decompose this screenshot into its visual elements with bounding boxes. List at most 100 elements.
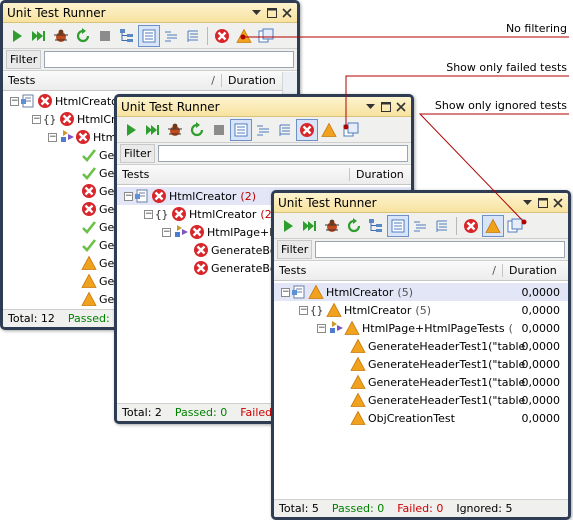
failed-count: (2) [240,189,256,203]
tests-header[interactable]: Tests [117,168,349,181]
failed-count: Failed: 0 [397,502,444,515]
run-button[interactable] [277,215,299,237]
tree-row[interactable]: ObjCreationTest 0,0000 [274,409,568,427]
tree-view-button[interactable] [116,25,138,47]
refresh-button[interactable] [343,215,365,237]
tree-view-button[interactable] [365,215,387,237]
view-mode-1-button[interactable] [138,24,160,47]
passed-count: Passed: 0 [174,406,228,419]
run-all-button[interactable] [28,25,50,47]
ignored-status-icon [350,410,366,426]
close-icon[interactable] [551,196,564,209]
callout-failed-only: Show only failed tests [446,61,567,74]
tree-label: HtmlCreator [55,94,123,108]
view-mode-3-button[interactable] [274,119,296,141]
tree-row[interactable]: GenerateHeaderTest1("table 0,0000 [274,355,568,373]
collapse-toggle[interactable]: − [299,305,308,315]
debug-button[interactable] [164,119,186,141]
refresh-icon [76,27,90,42]
maximize-icon[interactable] [379,100,392,113]
ignored-filter-icon [485,218,501,233]
close-icon[interactable] [280,6,293,19]
view-mode-2-button[interactable] [160,25,182,47]
stop-button[interactable] [208,119,230,141]
collapse-toggle[interactable]: − [144,209,153,219]
ignored-status-icon [81,291,97,307]
window-3-title: Unit Test Runner [278,195,377,210]
collapse-toggle[interactable]: − [317,323,326,333]
window-3-titlebar[interactable]: Unit Test Runner [274,193,568,213]
run-all-icon [32,30,45,41]
tree-label: HtmlCreator [169,189,237,203]
export-button[interactable] [255,25,277,47]
debug-button[interactable] [50,25,72,47]
tree-icon [368,218,383,232]
stop-button[interactable] [94,25,116,47]
tests-header[interactable]: Tests / [3,74,221,87]
run-button[interactable] [6,25,28,47]
refresh-button[interactable] [186,119,208,141]
run-all-button[interactable] [299,215,321,237]
view-mode-1-button[interactable] [230,118,252,141]
collapse-toggle[interactable]: − [124,191,133,201]
ignored-status-icon [350,356,366,372]
close-icon[interactable] [394,100,407,113]
tree-row[interactable]: GenerateHeaderTest1("table 0,0000 [274,391,568,409]
export-icon [343,122,359,136]
list-outline-icon [187,30,199,42]
list-outline-icon [436,220,448,232]
filter-input[interactable] [315,241,565,258]
show-ignored-button[interactable] [318,119,340,141]
export-button[interactable] [340,119,362,141]
maximize-icon[interactable] [265,6,278,19]
collapse-toggle[interactable]: − [32,114,41,124]
show-ignored-button[interactable] [482,214,504,237]
collapse-toggle[interactable]: − [162,227,171,237]
collapse-toggle[interactable]: − [10,96,19,106]
window-1-titlebar[interactable]: Unit Test Runner [3,3,297,23]
ignored-status-icon [350,338,366,354]
window-2-titlebar[interactable]: Unit Test Runner [117,97,411,117]
view-mode-1-button[interactable] [387,214,409,237]
tree-row[interactable]: − HtmlCreator (5) 0,0000 [274,283,568,301]
filter-label: Filter [277,240,313,259]
ignored-status-icon [81,273,97,289]
tree-row[interactable]: GenerateHeaderTest1("table 0,0000 [274,373,568,391]
export-button[interactable] [504,215,526,237]
duration-header[interactable]: Duration [349,168,411,181]
dropdown-arrow-icon[interactable] [250,6,263,19]
view-mode-3-button[interactable] [431,215,453,237]
tree-row[interactable]: − HtmlCreator (5) 0,0000 [274,301,568,319]
collapse-toggle[interactable]: − [281,287,290,297]
tree-row[interactable]: − HtmlPage+HtmlPageTests(0,0000 [274,319,568,337]
dropdown-arrow-icon[interactable] [521,196,534,209]
duration-value: 0,0000 [521,285,561,299]
run-all-button[interactable] [142,119,164,141]
maximize-icon[interactable] [536,196,549,209]
view-mode-2-button[interactable] [252,119,274,141]
tree-label: GenerateBo [211,243,277,257]
filter-input[interactable] [158,145,408,162]
show-failed-button[interactable] [211,25,233,47]
ignored-status-icon [81,255,97,271]
list-view-icon [234,123,248,136]
show-ignored-button[interactable] [233,25,255,47]
tree-row[interactable]: GenerateHeaderTest1("table 0,0000 [274,337,568,355]
refresh-button[interactable] [72,25,94,47]
failed-status-icon [189,224,205,240]
namespace-icon [43,111,59,127]
view-mode-2-button[interactable] [409,215,431,237]
run-button[interactable] [120,119,142,141]
failed-status-icon [75,129,91,145]
debug-button[interactable] [321,215,343,237]
collapse-toggle[interactable]: − [48,132,57,142]
dropdown-arrow-icon[interactable] [364,100,377,113]
filter-input[interactable] [44,51,294,68]
duration-header[interactable]: Duration [502,264,568,277]
view-mode-3-button[interactable] [182,25,204,47]
bug-icon [167,122,183,136]
show-failed-button[interactable] [296,118,318,141]
tests-header[interactable]: Tests / [274,264,502,277]
show-failed-button[interactable] [460,215,482,237]
class-icon [328,320,344,336]
